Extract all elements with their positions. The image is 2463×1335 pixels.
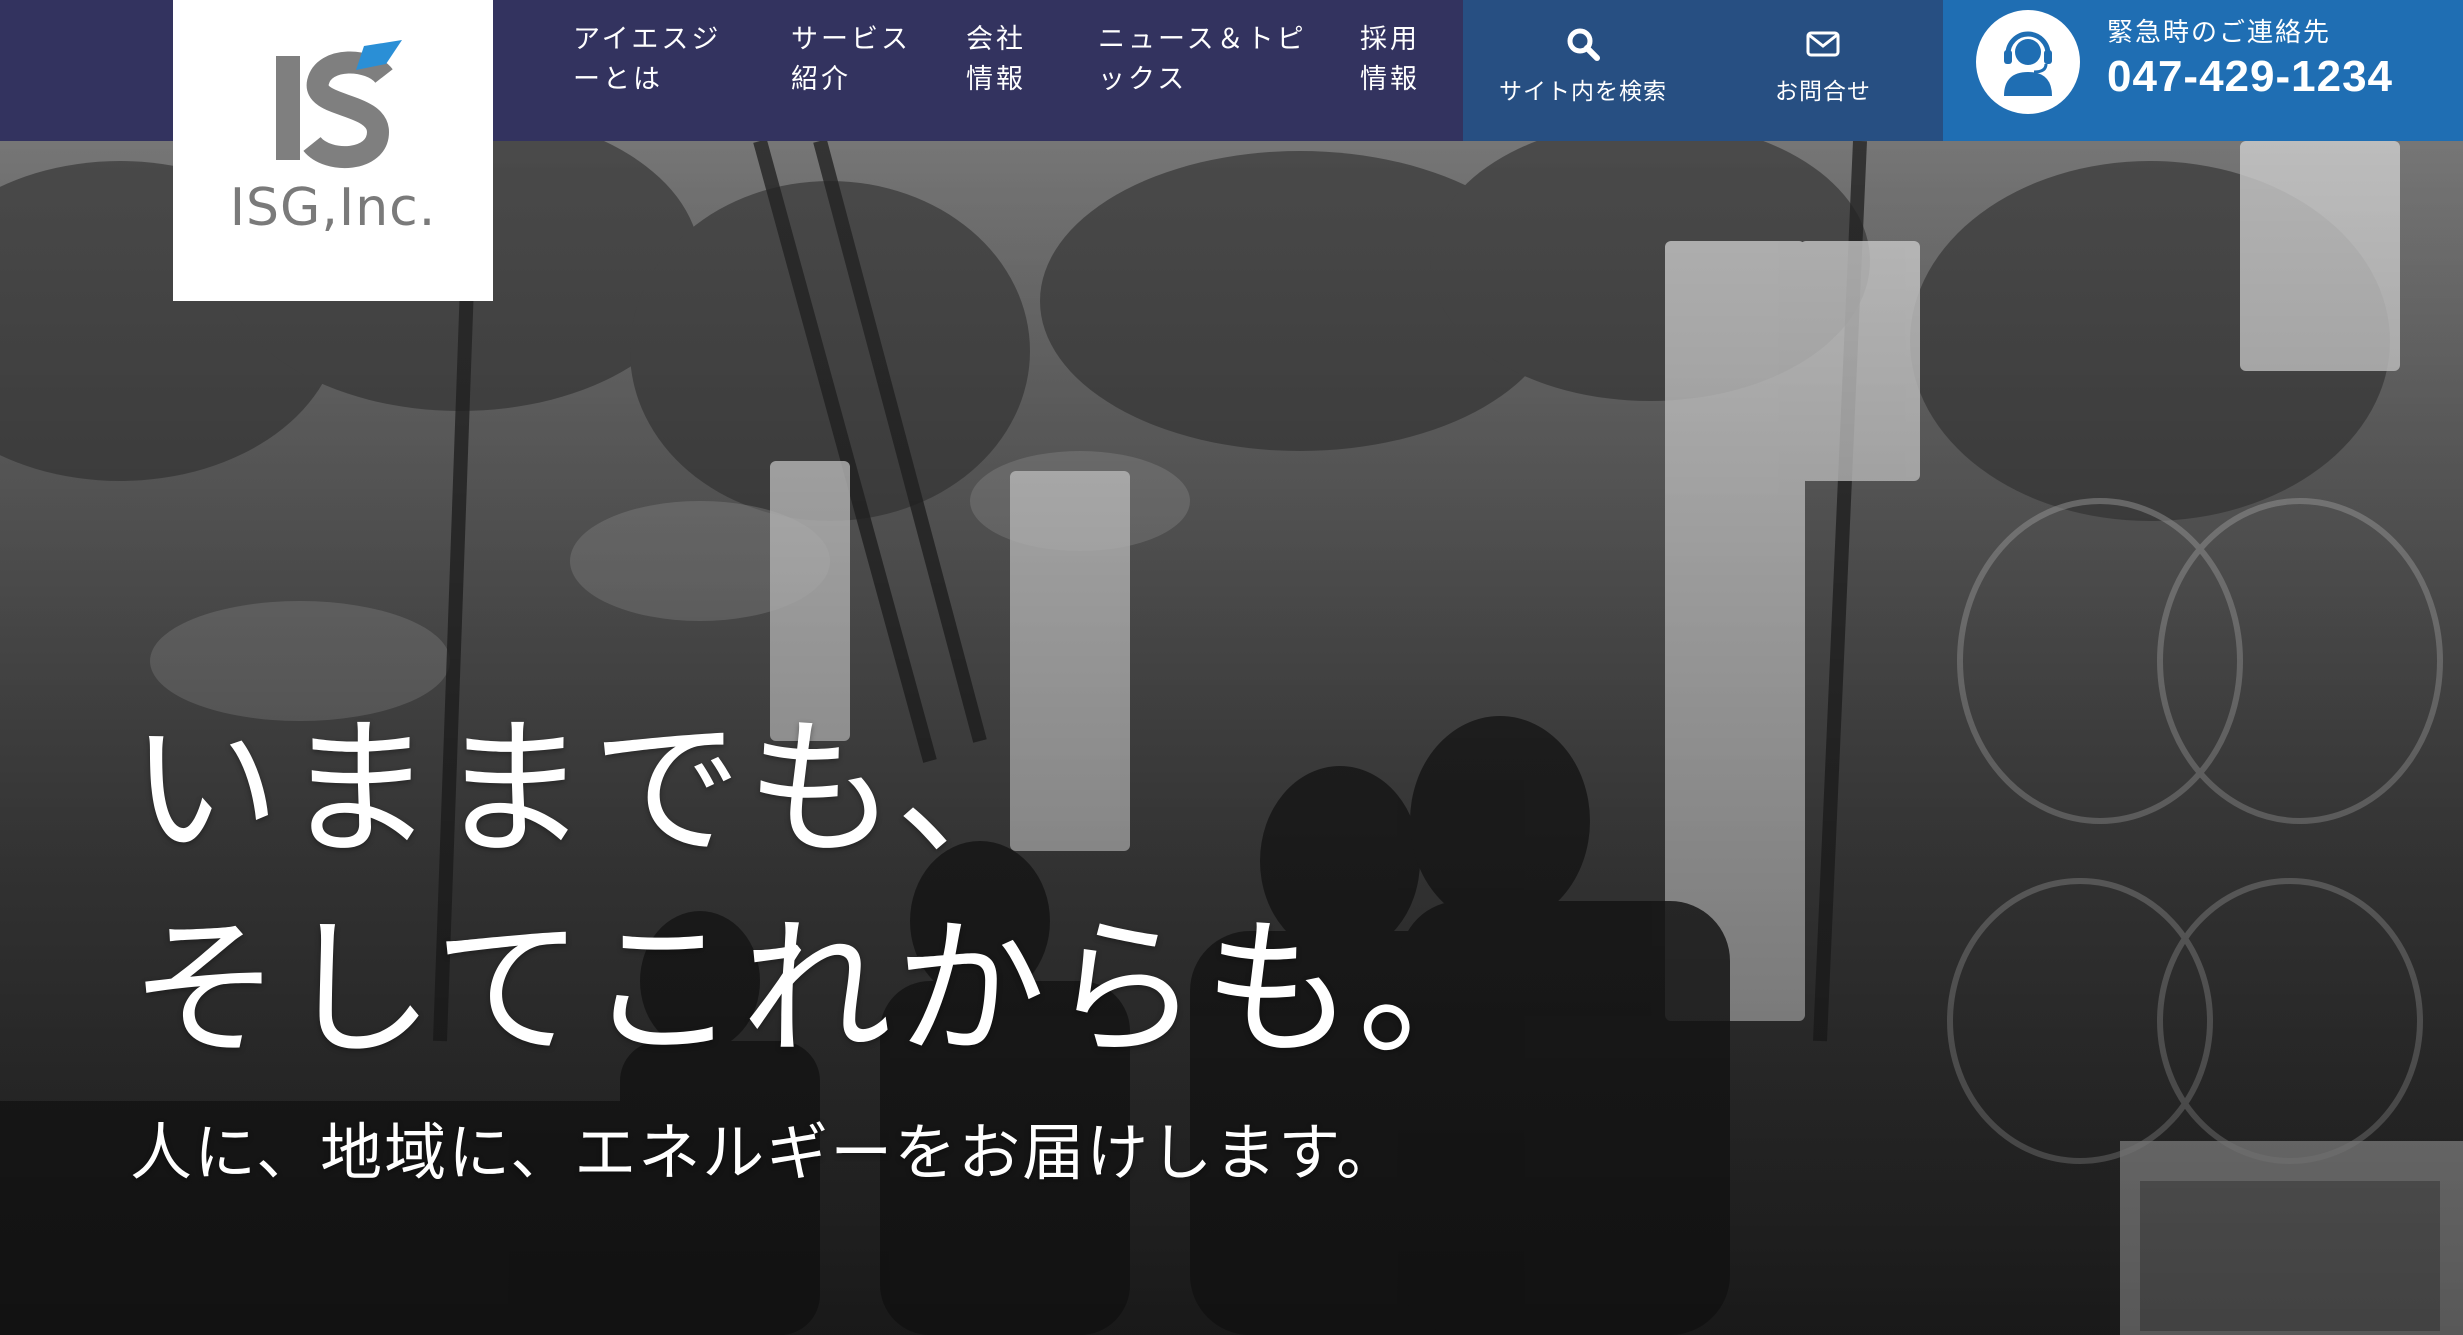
contact-label: お問合せ [1775, 79, 1871, 105]
emergency-phone-number[interactable]: 047-429-1234 [2107, 52, 2393, 102]
nav-item-label: ーとは [573, 64, 663, 95]
nav-item-label: 情報 [1360, 64, 1420, 95]
search-icon [1567, 28, 1600, 61]
nav-item-label: サービス [791, 24, 911, 55]
nav-item-news-topics[interactable]: ニュース＆トピ ックス [1098, 20, 1307, 100]
hero-tagline: 人に、地域に、エネルギーをお届けします。 [130, 1116, 1401, 1189]
nav-item-about[interactable]: アイエスジ ーとは [573, 20, 721, 100]
hero-headline-line2: そしてこれからも。 [130, 903, 1512, 1077]
site-search-button[interactable]: サイト内を検索 [1463, 0, 1703, 141]
contact-button[interactable]: お問合せ [1703, 0, 1943, 141]
envelope-icon [1806, 31, 1840, 57]
site-search-label: サイト内を検索 [1499, 79, 1667, 105]
nav-item-services[interactable]: サービス 紹介 [791, 20, 911, 100]
hero-copy: いままでも、 そしてこれからも。 人に、地域に、エネルギーをお届けします。 [130, 690, 1512, 1192]
utility-bar: サイト内を検索 お問合せ [1463, 0, 1943, 141]
page: アイエスジ ーとは サービス 紹介 会社 情報 ニュース＆トピ ックス 採用 情… [0, 0, 2463, 1335]
nav-item-label: アイエスジ [573, 24, 722, 55]
operator-headset-icon [2004, 31, 2052, 96]
nav-item-label: 採用 [1360, 24, 1420, 55]
nav-item-label: 情報 [966, 64, 1026, 95]
isg-logo-mark [276, 40, 402, 169]
hero-headline-line1: いままでも、 [130, 703, 1050, 877]
nav-item-recruit[interactable]: 採用 情報 [1360, 20, 1420, 100]
logo-text: ISG,Inc. [229, 178, 437, 238]
nav-item-label: 紹介 [791, 64, 851, 95]
site-logo[interactable]: ISG,Inc. [173, 0, 493, 301]
nav-item-label: 会社 [966, 24, 1026, 55]
emergency-label: 緊急時のご連絡先 [2107, 18, 2332, 48]
emergency-contact[interactable]: 緊急時のご連絡先 047-429-1234 [1943, 0, 2463, 141]
nav-item-label: ックス [1098, 64, 1188, 95]
nav-item-company[interactable]: 会社 情報 [966, 20, 1026, 100]
operator-avatar [1976, 10, 2080, 114]
nav-item-label: ニュース＆トピ [1098, 24, 1307, 55]
